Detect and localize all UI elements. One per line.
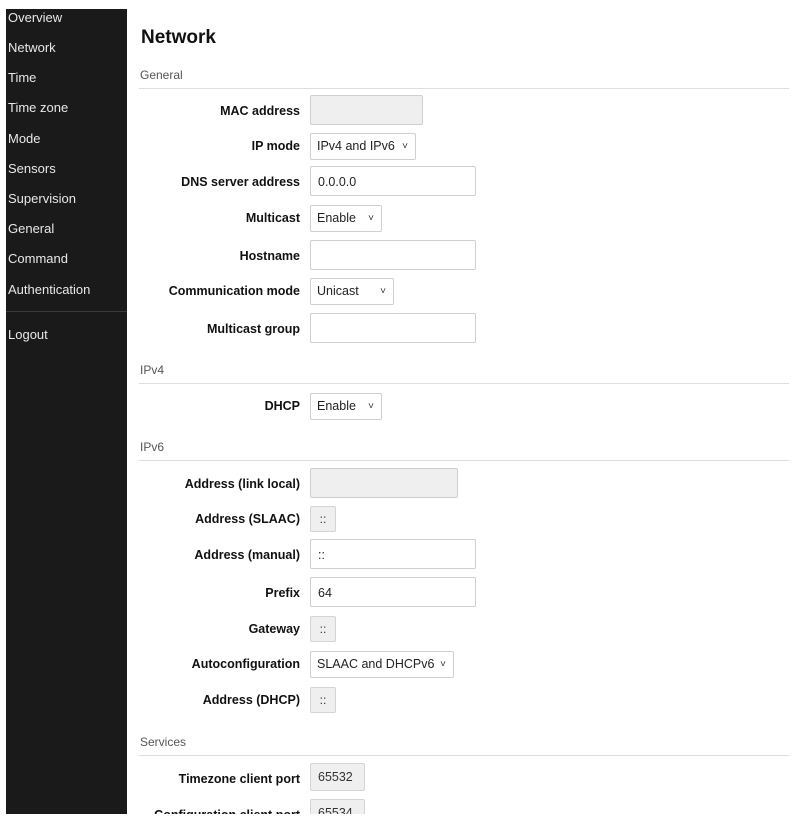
communication-mode-select[interactable]: Unicast ˅	[310, 278, 394, 305]
sidebar-item-supervision[interactable]: Supervision	[6, 184, 127, 214]
section-label: IPv6	[140, 440, 165, 454]
select-value: IPv4 and IPv6	[317, 139, 395, 153]
section-services: Services	[139, 735, 789, 756]
sidebar-item-time[interactable]: Time	[6, 63, 127, 93]
chevron-down-icon: ˅	[380, 286, 386, 297]
section-label: Services	[140, 735, 187, 749]
section-ipv6: IPv6	[139, 440, 789, 461]
row-address-dhcp: Address (DHCP) ::	[139, 684, 789, 716]
page-title: Network	[141, 27, 216, 48]
field-label: Autoconfiguration	[191, 657, 300, 671]
sidebar-item-time-zone[interactable]: Time zone	[6, 93, 127, 123]
main-content: Network General MAC address IP mode IPv4…	[139, 9, 789, 814]
field-label: Configuration client port	[139, 799, 300, 814]
sidebar-item-logout[interactable]: Logout	[6, 320, 127, 350]
row-address-slaac: Address (SLAAC) ::	[139, 503, 789, 535]
hostname-input[interactable]	[310, 240, 476, 270]
section-general: General	[139, 68, 789, 89]
chevron-down-icon: ˅	[440, 659, 446, 670]
ip-mode-select[interactable]: IPv4 and IPv6 ˅	[310, 133, 416, 160]
field-label: Multicast group	[206, 322, 300, 336]
row-ip-mode: IP mode IPv4 and IPv6 ˅	[139, 130, 789, 162]
chevron-down-icon: ˅	[368, 401, 374, 412]
sidebar-item-network[interactable]: Network	[6, 33, 127, 63]
field-label: Multicast	[245, 211, 300, 225]
section-label: IPv4	[140, 363, 165, 377]
dhcp-select[interactable]: Enable ˅	[310, 393, 382, 420]
sidebar: Overview Network Time Time zone Mode Sen…	[6, 9, 127, 814]
row-prefix: Prefix 64	[139, 577, 789, 609]
sidebar-item-general[interactable]: General	[6, 214, 127, 244]
row-address-manual: Address (manual) ::	[139, 539, 789, 571]
field-label: MAC address	[220, 104, 300, 118]
field-label: Timezone client port	[178, 772, 300, 786]
timezone-client-port-field: 65532	[310, 763, 365, 791]
field-label: Address (link local)	[184, 477, 300, 491]
sidebar-item-mode[interactable]: Mode	[6, 124, 127, 154]
row-mac-address: MAC address	[139, 95, 789, 127]
row-autoconfiguration: Autoconfiguration SLAAC and DHCPv6 ˅	[139, 648, 789, 680]
select-value: Unicast	[317, 284, 359, 298]
address-manual-input[interactable]: ::	[310, 539, 476, 569]
multicast-select[interactable]: Enable ˅	[310, 205, 382, 232]
row-timezone-client-port: Timezone client port 65532	[139, 763, 789, 795]
row-address-link-local: Address (link local)	[139, 468, 789, 500]
dns-server-input[interactable]: 0.0.0.0	[310, 166, 476, 196]
chevron-down-icon: ˅	[402, 141, 408, 152]
autoconfiguration-select[interactable]: SLAAC and DHCPv6 ˅	[310, 651, 454, 678]
row-multicast-group: Multicast group	[139, 313, 789, 345]
field-label: Address (manual)	[194, 548, 300, 562]
field-label: Gateway	[248, 622, 300, 636]
prefix-input[interactable]: 64	[310, 577, 476, 607]
field-label: IP mode	[251, 139, 300, 153]
sidebar-item-authentication[interactable]: Authentication	[6, 275, 127, 305]
section-label: General	[140, 68, 183, 82]
row-multicast: Multicast Enable ˅	[139, 202, 789, 234]
field-label: Communication mode	[168, 284, 300, 298]
address-slaac-field: ::	[310, 506, 336, 532]
sidebar-divider	[6, 310, 127, 312]
row-communication-mode: Communication mode Unicast ˅	[139, 275, 789, 307]
address-link-local-field	[310, 468, 458, 498]
sidebar-item-sensors[interactable]: Sensors	[6, 154, 127, 184]
field-label: DNS server address	[181, 175, 300, 189]
row-hostname: Hostname	[139, 240, 789, 272]
section-ipv4: IPv4	[139, 363, 789, 384]
field-label: DHCP	[264, 399, 300, 413]
field-label: Address (SLAAC)	[195, 512, 300, 526]
mac-address-field	[310, 95, 423, 125]
row-gateway: Gateway ::	[139, 613, 789, 645]
gateway-field: ::	[310, 616, 336, 642]
configuration-client-port-field: 65534	[310, 799, 365, 814]
field-label: Prefix	[265, 586, 300, 600]
sidebar-item-command[interactable]: Command	[6, 244, 127, 274]
app-frame: Overview Network Time Time zone Mode Sen…	[6, 9, 804, 814]
select-value: Enable	[317, 211, 356, 225]
chevron-down-icon: ˅	[368, 213, 374, 224]
row-configuration-client-port: Configuration client port 65534	[139, 799, 789, 814]
row-dhcp: DHCP Enable ˅	[139, 390, 789, 422]
field-label: Address (DHCP)	[202, 693, 300, 707]
row-dns-server: DNS server address 0.0.0.0	[139, 166, 789, 198]
sidebar-item-overview[interactable]: Overview	[6, 9, 127, 33]
select-value: SLAAC and DHCPv6	[317, 657, 435, 671]
field-label: Hostname	[239, 249, 300, 263]
multicast-group-input[interactable]	[310, 313, 476, 343]
address-dhcp-field: ::	[310, 687, 336, 713]
select-value: Enable	[317, 399, 356, 413]
